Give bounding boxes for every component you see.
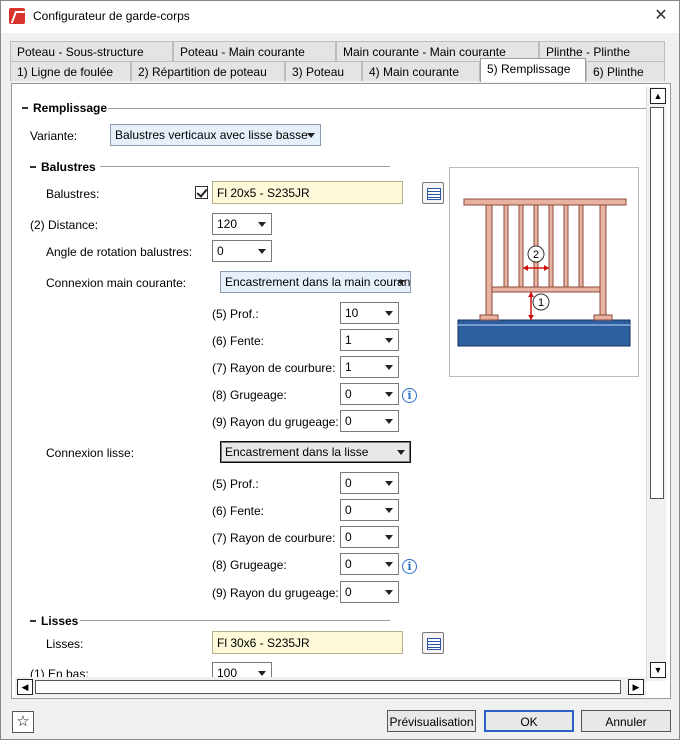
post-right	[599, 204, 607, 316]
lisses-collapse-marker[interactable]	[30, 620, 36, 622]
lisse-prof-select[interactable]: 0	[340, 472, 399, 494]
handrail	[463, 198, 627, 206]
lisse-rayon-grugeage-select[interactable]: 0	[340, 581, 399, 603]
connexion-main-label: Connexion main courante:	[46, 276, 187, 290]
main-fente-select[interactable]: 1	[340, 329, 399, 351]
balustres-group-title: Balustres	[41, 160, 96, 174]
info-icon[interactable]: i	[402, 559, 417, 574]
lisse-param-label: (9) Rayon du grugeage:	[212, 586, 339, 600]
app-logo-icon	[9, 8, 25, 24]
tab-ligne-de-foulee[interactable]: 1) Ligne de foulée	[10, 61, 131, 81]
lisses-group-title: Lisses	[41, 614, 79, 628]
main-param-label: (5) Prof.:	[212, 307, 259, 321]
tab-content-panel: Remplissage Variante: Balustres verticau…	[11, 83, 671, 699]
tab-plinthe[interactable]: 6) Plinthe	[586, 61, 665, 81]
scroll-up-button[interactable]: ▲	[650, 88, 666, 104]
horizontal-scrollbar[interactable]: ◀ ▶	[15, 677, 646, 697]
section-divider	[108, 108, 648, 109]
rotation-select[interactable]: 0	[212, 240, 272, 262]
variante-select[interactable]: Balustres verticaux avec lisse basse	[110, 124, 321, 146]
scroll-down-button[interactable]: ▼	[650, 662, 666, 678]
railing-diagram: 2 1	[457, 198, 631, 347]
variante-label: Variante:	[30, 129, 78, 143]
floor-slab	[457, 319, 631, 347]
distance-label: (2) Distance:	[30, 218, 99, 232]
post-left	[485, 204, 493, 316]
main-rayon-grugeage-select[interactable]: 0	[340, 410, 399, 432]
rotation-label: Angle de rotation balustres:	[46, 245, 193, 259]
dimension-marker-2: 2	[533, 249, 539, 261]
main-param-label: (9) Rayon du grugeage:	[212, 415, 339, 429]
lisse-fente-select[interactable]: 0	[340, 499, 399, 521]
lisses-label: Lisses:	[46, 637, 84, 651]
ok-button[interactable]: OK	[484, 710, 574, 732]
lisse-param-label: (6) Fente:	[212, 504, 265, 518]
distance-select[interactable]: 120	[212, 213, 272, 235]
tab-poteau-main-courante[interactable]: Poteau - Main courante	[173, 41, 336, 61]
dimension-marker-1: 1	[538, 297, 544, 309]
info-icon[interactable]: i	[402, 388, 417, 403]
connexion-lisse-label: Connexion lisse:	[46, 446, 135, 460]
vertical-scroll-thumb[interactable]	[650, 107, 664, 499]
balustres-catalog-button[interactable]	[422, 182, 444, 204]
bottom-rail	[491, 286, 601, 293]
section-collapse-marker[interactable]	[22, 107, 28, 109]
lisse-param-label: (8) Grugeage:	[212, 558, 287, 572]
main-prof-select[interactable]: 10	[340, 302, 399, 324]
preview-button[interactable]: Prévisualisation	[387, 710, 476, 732]
close-button[interactable]: ✕	[649, 5, 673, 27]
main-param-label: (6) Fente:	[212, 334, 265, 348]
balustres-profile-field[interactable]: Fl 20x5 - S235JR	[212, 181, 403, 204]
lisses-catalog-button[interactable]	[422, 632, 444, 654]
cancel-button[interactable]: Annuler	[581, 710, 671, 732]
connexion-main-select[interactable]: Encastrement dans la main courante	[220, 271, 411, 293]
lisses-profile-field[interactable]: Fl 30x6 - S235JR	[212, 631, 403, 654]
lisses-divider	[80, 620, 390, 621]
lisse-param-label: (7) Rayon de courbure:	[212, 531, 336, 545]
horizontal-scroll-thumb[interactable]	[35, 680, 621, 694]
tab-poteau-sous-structure[interactable]: Poteau - Sous-structure	[10, 41, 173, 61]
title-bar: Configurateur de garde-corps ✕	[1, 1, 679, 33]
lisse-grugeage-select[interactable]: 0	[340, 553, 399, 575]
balustres-checkbox[interactable]	[195, 186, 208, 199]
tab-poteau[interactable]: 3) Poteau	[285, 61, 362, 81]
tab-repartition-de-poteau[interactable]: 2) Répartition de poteau	[131, 61, 285, 81]
tab-remplissage[interactable]: 5) Remplissage	[480, 58, 586, 82]
configurator-window: Configurateur de garde-corps ✕ Poteau - …	[0, 0, 680, 740]
lisse-rayon-select[interactable]: 0	[340, 526, 399, 548]
tab-main-courante[interactable]: 4) Main courante	[362, 61, 480, 81]
balustres-collapse-marker[interactable]	[30, 166, 36, 168]
scroll-left-button[interactable]: ◀	[17, 679, 33, 695]
window-title: Configurateur de garde-corps	[33, 9, 190, 23]
main-rayon-select[interactable]: 1	[340, 356, 399, 378]
balustres-divider	[100, 166, 390, 167]
lisse-param-label: (5) Prof.:	[212, 477, 259, 491]
favorites-star-button[interactable]: ☆	[12, 711, 34, 733]
railing-preview-image: 2 1	[449, 167, 639, 377]
main-param-label: (7) Rayon de courbure:	[212, 361, 336, 375]
connexion-lisse-select[interactable]: Encastrement dans la lisse	[220, 441, 411, 463]
main-param-label: (8) Grugeage:	[212, 388, 287, 402]
balustres-label: Balustres:	[46, 187, 100, 201]
vertical-scrollbar[interactable]: ▲ ▼	[646, 87, 666, 681]
scroll-right-button[interactable]: ▶	[628, 679, 644, 695]
main-grugeage-select[interactable]: 0	[340, 383, 399, 405]
section-title-remplissage: Remplissage	[33, 101, 108, 115]
